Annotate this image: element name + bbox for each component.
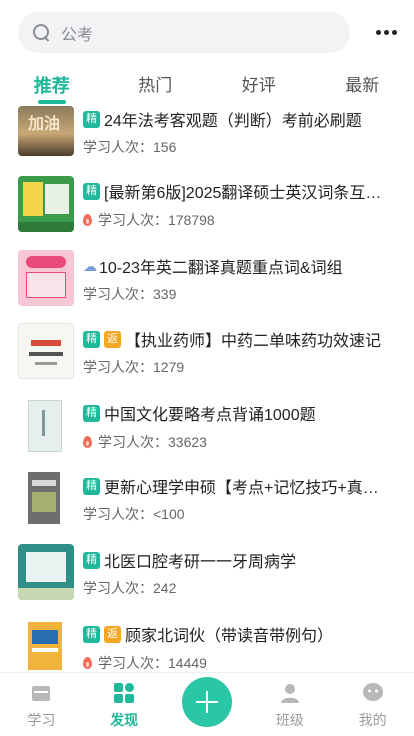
course-title: 10-23年英二翻译真题重点词&词组 — [99, 260, 343, 277]
people-icon — [280, 684, 299, 703]
course-thumbnail — [18, 544, 74, 600]
course-title: [最新第6版]2025翻译硕士英汉词条互… — [104, 185, 382, 202]
learner-count: 学习人次： 33623 — [83, 432, 207, 452]
learner-count: 学习人次： 1279 — [83, 357, 184, 377]
learner-value: 14449 — [168, 655, 207, 671]
learner-value: 339 — [153, 286, 177, 302]
learner-value: <100 — [153, 506, 185, 522]
learner-label: 学习人次： — [83, 286, 153, 302]
premium-badge: 精 — [83, 477, 100, 495]
course-thumbnail — [18, 323, 74, 379]
tab-newest[interactable]: 最新 — [311, 64, 414, 106]
hot-flame-icon — [83, 214, 92, 226]
learner-value: 242 — [153, 580, 177, 596]
course-title: 【执业药师】中药二单味药功效速记 — [125, 333, 382, 350]
learner-label: 学习人次： — [83, 506, 153, 522]
tab-top-rated[interactable]: 好评 — [207, 64, 311, 106]
more-menu-icon[interactable] — [372, 22, 400, 42]
premium-badge: 精 — [83, 404, 100, 422]
learner-value: 156 — [153, 139, 177, 155]
search-box[interactable]: 公考 — [18, 12, 350, 53]
list-item[interactable]: 精 更新心理学申硕【考点+记忆技巧+真… 学习人次： <100 — [0, 468, 414, 542]
premium-badge: 精 — [83, 625, 100, 643]
learner-value: 1279 — [153, 359, 185, 375]
list-item[interactable]: 精 中国文化要略考点背诵1000题 学习人次： 33623 — [0, 396, 414, 470]
cashback-badge: 返 — [104, 330, 121, 348]
nav-label: 发现 — [110, 712, 139, 728]
category-tabs: 推荐 热门 好评 最新 — [0, 64, 414, 106]
learner-label: 学习人次： — [83, 580, 153, 596]
tab-recommended[interactable]: 推荐 — [0, 64, 104, 106]
plus-icon[interactable] — [181, 677, 232, 727]
list-item[interactable]: 精 返 【执业药师】中药二单味药功效速记 学习人次： 1279 — [0, 321, 414, 395]
nav-label: 我的 — [358, 712, 387, 728]
nav-add[interactable] — [166, 673, 249, 736]
course-thumbnail: 加油 — [18, 106, 74, 156]
course-thumbnail — [18, 250, 74, 306]
course-thumbnail — [18, 398, 74, 454]
course-thumbnail — [18, 176, 74, 232]
grid-icon — [114, 683, 135, 703]
learner-count: 学习人次： 156 — [83, 137, 176, 157]
list-item[interactable]: 精 [最新第6版]2025翻译硕士英汉词条互… 学习人次： 178798 — [0, 174, 414, 248]
course-title: 北医口腔考研一一牙周病学 — [104, 554, 297, 571]
learner-value: 33623 — [168, 434, 207, 450]
course-thumbnail — [18, 470, 74, 526]
nav-study[interactable]: 学习 — [0, 673, 83, 736]
course-thumbnail — [18, 618, 74, 672]
learner-label: 学习人次： — [83, 139, 153, 155]
list-item[interactable]: ☁ 10-23年英二翻译真题重点词&词组 学习人次： 339 — [0, 248, 414, 322]
profile-icon — [362, 683, 383, 701]
bottom-navigation: 学习 发现 班级 我的 — [0, 672, 414, 736]
premium-badge: 精 — [83, 110, 100, 128]
hot-flame-icon — [83, 436, 92, 448]
list-item[interactable]: 精 北医口腔考研一一牙周病学 学习人次： 242 — [0, 542, 414, 616]
hot-flame-icon — [83, 657, 92, 669]
learner-label: 学习人次： — [98, 434, 168, 450]
search-icon — [33, 23, 51, 42]
learner-count: 学习人次： 339 — [83, 284, 176, 304]
learner-count: 学习人次： 242 — [83, 578, 176, 598]
search-placeholder: 公考 — [61, 26, 94, 44]
premium-badge: 精 — [83, 551, 100, 569]
book-icon — [32, 686, 51, 701]
nav-profile[interactable]: 我的 — [331, 673, 414, 736]
cloud-icon: ☁ — [83, 257, 97, 274]
learner-value: 178798 — [168, 212, 215, 228]
learner-count: 学习人次： 178798 — [83, 210, 215, 230]
course-list: 加油 精 24年法考客观题（判断）考前必刷题 学习人次： 156 精 [最新第6版… — [0, 106, 414, 672]
nav-class[interactable]: 班级 — [248, 673, 331, 736]
premium-badge: 精 — [83, 182, 100, 200]
premium-badge: 精 — [83, 330, 100, 348]
course-title: 中国文化要略考点背诵1000题 — [104, 407, 316, 424]
tab-hot[interactable]: 热门 — [104, 64, 208, 106]
course-title: 24年法考客观题（判断）考前必刷题 — [104, 113, 362, 130]
learner-label: 学习人次： — [83, 359, 153, 375]
top-bar: 公考 — [0, 0, 414, 62]
learner-count: 学习人次： <100 — [83, 504, 185, 524]
learner-label: 学习人次： — [98, 655, 168, 671]
learner-count: 学习人次： 14449 — [83, 653, 207, 672]
course-title: 顾家北词伙（带读音带例句） — [125, 628, 334, 645]
list-item[interactable]: 加油 精 24年法考客观题（判断）考前必刷题 学习人次： 156 — [0, 106, 414, 180]
cashback-badge: 返 — [104, 625, 121, 643]
nav-label: 班级 — [275, 712, 304, 728]
course-title: 更新心理学申硕【考点+记忆技巧+真… — [104, 480, 379, 497]
list-item[interactable]: 精 返 顾家北词伙（带读音带例句） 学习人次： 14449 — [0, 616, 414, 672]
nav-discover[interactable]: 发现 — [83, 673, 166, 736]
nav-label: 学习 — [27, 712, 56, 728]
learner-label: 学习人次： — [98, 212, 168, 228]
